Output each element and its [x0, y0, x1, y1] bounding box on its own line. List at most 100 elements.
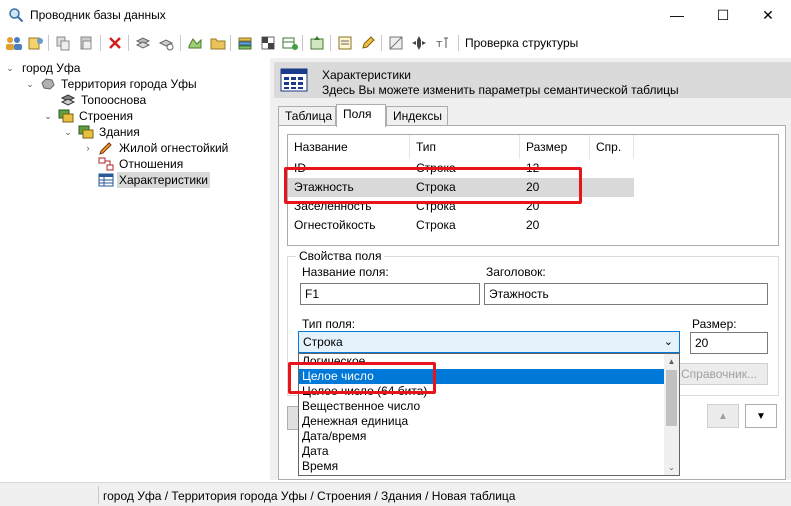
- db-connect-button[interactable]: [27, 34, 45, 52]
- column-header-reference[interactable]: Спр.: [590, 135, 634, 159]
- tree-node-fireproof-residential[interactable]: › Жилой огнестойкий: [82, 140, 230, 156]
- tree-node-characteristics[interactable]: Характеристики: [98, 172, 210, 188]
- maximize-button[interactable]: ☐: [700, 0, 746, 30]
- layers-icon: [135, 37, 151, 49]
- stack-icon: [238, 37, 252, 50]
- copy-button[interactable]: [54, 34, 72, 52]
- scroll-down-icon[interactable]: ⌄: [664, 460, 679, 475]
- paste-icon: [80, 36, 92, 50]
- tree-node-ufa-city[interactable]: ⌄ город Уфа: [4, 60, 82, 76]
- tree-node-label: Топооснова: [81, 93, 147, 107]
- map-icon: [188, 38, 202, 49]
- column-header-type[interactable]: Тип: [410, 135, 520, 159]
- properties-button[interactable]: [336, 34, 354, 52]
- column-header-name[interactable]: Название: [288, 135, 410, 159]
- close-button[interactable]: ✕: [745, 0, 791, 30]
- triangle-down-icon: ▼: [756, 410, 766, 422]
- users-icon: [6, 37, 22, 50]
- reference-button[interactable]: Справочник...: [670, 363, 768, 385]
- size-input[interactable]: 20: [690, 332, 768, 354]
- structure-check-button[interactable]: Проверка структуры: [465, 36, 578, 50]
- tree-node-label: Жилой огнестойкий: [119, 141, 229, 155]
- field-type-dropdown-list[interactable]: Логическое Целое число Целое число (64 б…: [298, 353, 680, 476]
- database-explorer-icon: [8, 7, 24, 23]
- tree-node-buildings[interactable]: ⌄ Здания: [62, 124, 142, 140]
- layers-link-icon: [158, 39, 174, 51]
- tab-indexes[interactable]: Индексы: [386, 106, 448, 126]
- tab-label: Таблица: [285, 109, 333, 123]
- table-row[interactable]: Заселенность Строка 20: [288, 197, 778, 216]
- tab-table[interactable]: Таблица: [278, 106, 336, 126]
- tree-node-topobase[interactable]: Топооснова: [60, 92, 148, 108]
- users-button[interactable]: [5, 34, 23, 52]
- dropdown-option[interactable]: Время: [299, 459, 665, 474]
- tab-label: Индексы: [393, 109, 442, 123]
- tree-node-label: Строения: [79, 109, 134, 123]
- dropdown-option[interactable]: Целое число (64 бита): [299, 384, 665, 399]
- grid-icon: [389, 36, 403, 50]
- dropdown-option[interactable]: Логическое: [299, 354, 665, 369]
- field-name-input[interactable]: F1: [300, 283, 480, 305]
- size-label: Размер:: [692, 317, 737, 331]
- tab-fields[interactable]: Поля: [336, 104, 386, 127]
- checker-icon: [261, 36, 275, 50]
- dropdown-option[interactable]: Дата: [299, 444, 665, 459]
- folder-icon: [210, 38, 226, 50]
- scroll-up-icon[interactable]: ▲: [664, 354, 679, 369]
- table-add-icon: [282, 37, 298, 50]
- title-bar: Проводник базы данных — ☐ ✕: [0, 0, 791, 30]
- triangle-up-icon: ▲: [718, 410, 728, 422]
- table-row[interactable]: Огнестойкость Строка 20: [288, 216, 778, 235]
- expanded-chevron-icon[interactable]: ⌄: [42, 110, 54, 122]
- field-type-combobox[interactable]: Строка ⌄: [298, 331, 680, 353]
- edit-button[interactable]: [359, 34, 377, 52]
- table-icon: [98, 172, 114, 188]
- checker-button[interactable]: [259, 34, 277, 52]
- pencil-icon: [362, 36, 375, 49]
- caption-input[interactable]: Этажность: [484, 283, 768, 305]
- tree-node-buildings-group[interactable]: ⌄ Строения: [42, 108, 135, 124]
- column-header-size[interactable]: Размер: [520, 135, 590, 159]
- move-down-button[interactable]: ▼: [745, 404, 777, 428]
- field-type-selected: Строка: [303, 335, 343, 349]
- dropdown-option[interactable]: Дата/время: [299, 429, 665, 444]
- properties-icon: [338, 36, 352, 50]
- table-row[interactable]: ID Строка 12: [288, 159, 778, 178]
- scroll-thumb[interactable]: [666, 370, 677, 426]
- dropdown-option-selected[interactable]: Целое число: [299, 369, 665, 384]
- grid-button[interactable]: [387, 34, 405, 52]
- tree-node-ufa-territory[interactable]: ⌄ Территория города Уфы: [24, 76, 199, 92]
- table-row-selected[interactable]: Этажность Строка 20: [288, 178, 634, 197]
- export-button[interactable]: [308, 34, 326, 52]
- status-path: город Уфа / Территория города Уфы / Стро…: [103, 489, 516, 503]
- move-button[interactable]: [410, 34, 428, 52]
- expanded-chevron-icon[interactable]: ⌄: [62, 126, 74, 138]
- folder-button[interactable]: [209, 34, 227, 52]
- table-add-button[interactable]: [281, 34, 299, 52]
- territory-icon: [40, 76, 56, 92]
- expanded-chevron-icon[interactable]: ⌄: [4, 62, 16, 74]
- map-button[interactable]: [186, 34, 204, 52]
- relations-icon: [98, 156, 114, 172]
- layers-link-button[interactable]: [157, 34, 175, 52]
- toolbar: ᴛ Проверка структуры: [0, 30, 791, 56]
- text-tool-button[interactable]: ᴛ: [433, 34, 451, 52]
- tree-node-relations[interactable]: Отношения: [98, 156, 185, 172]
- dropdown-scrollbar[interactable]: ▲ ⌄: [664, 354, 679, 475]
- fields-list[interactable]: Название Тип Размер Спр. ID Строка 12 Эт…: [287, 134, 779, 246]
- minimize-button[interactable]: —: [654, 0, 700, 30]
- db-connect-icon: [28, 37, 43, 50]
- pencil-icon: [98, 140, 114, 156]
- paste-button[interactable]: [77, 34, 95, 52]
- dropdown-option[interactable]: Денежная единица: [299, 414, 665, 429]
- fields-list-header: Название Тип Размер Спр.: [288, 135, 778, 159]
- move-up-button[interactable]: ▲: [707, 404, 739, 428]
- stack-button[interactable]: [236, 34, 254, 52]
- dropdown-option[interactable]: Вещественное число: [299, 399, 665, 414]
- tab-label: Поля: [343, 107, 372, 121]
- table-icon: [280, 68, 308, 92]
- delete-button[interactable]: [106, 34, 124, 52]
- expanded-chevron-icon[interactable]: ⌄: [24, 78, 36, 90]
- layers-button[interactable]: [134, 34, 152, 52]
- collapsed-chevron-icon[interactable]: ›: [82, 142, 94, 154]
